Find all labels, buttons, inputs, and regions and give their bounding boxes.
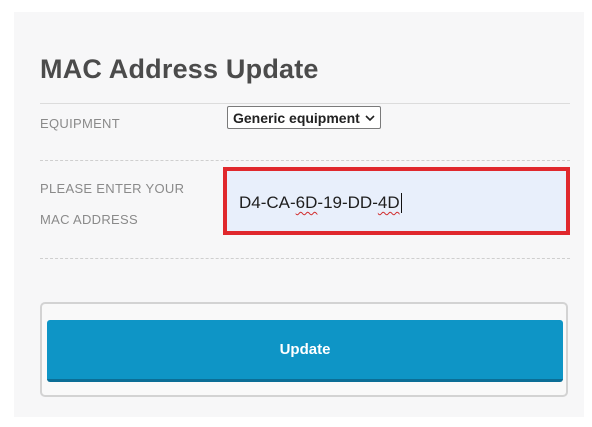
- mac-address-field-highlight: D4-CA- 6D -19-DD- 4D: [223, 167, 570, 235]
- section-divider-2: [40, 258, 570, 259]
- update-button-container: Update: [40, 302, 568, 397]
- equipment-label: EQUIPMENT: [40, 116, 120, 131]
- mac-address-input[interactable]: D4-CA- 6D -19-DD- 4D: [239, 193, 402, 213]
- mac-label-line1: PLEASE ENTER YOUR: [40, 181, 185, 196]
- equipment-select[interactable]: Generic equipment: [227, 106, 381, 129]
- mac-text-part-misspelled: 6D: [295, 193, 318, 212]
- page-title: MAC Address Update: [40, 54, 319, 84]
- section-divider-1: [40, 160, 570, 161]
- text-caret: [400, 193, 402, 213]
- equipment-select-value: Generic equipment: [233, 109, 360, 126]
- mac-text-part-misspelled: 4D: [377, 193, 400, 212]
- mac-label-line2: MAC ADDRESS: [40, 212, 138, 227]
- mac-text-part: -19-DD-: [317, 193, 378, 212]
- mac-text-part: D4-CA-: [239, 193, 296, 212]
- chevron-down-icon: [365, 115, 375, 122]
- update-button[interactable]: Update: [47, 320, 563, 382]
- title-divider: [40, 103, 570, 104]
